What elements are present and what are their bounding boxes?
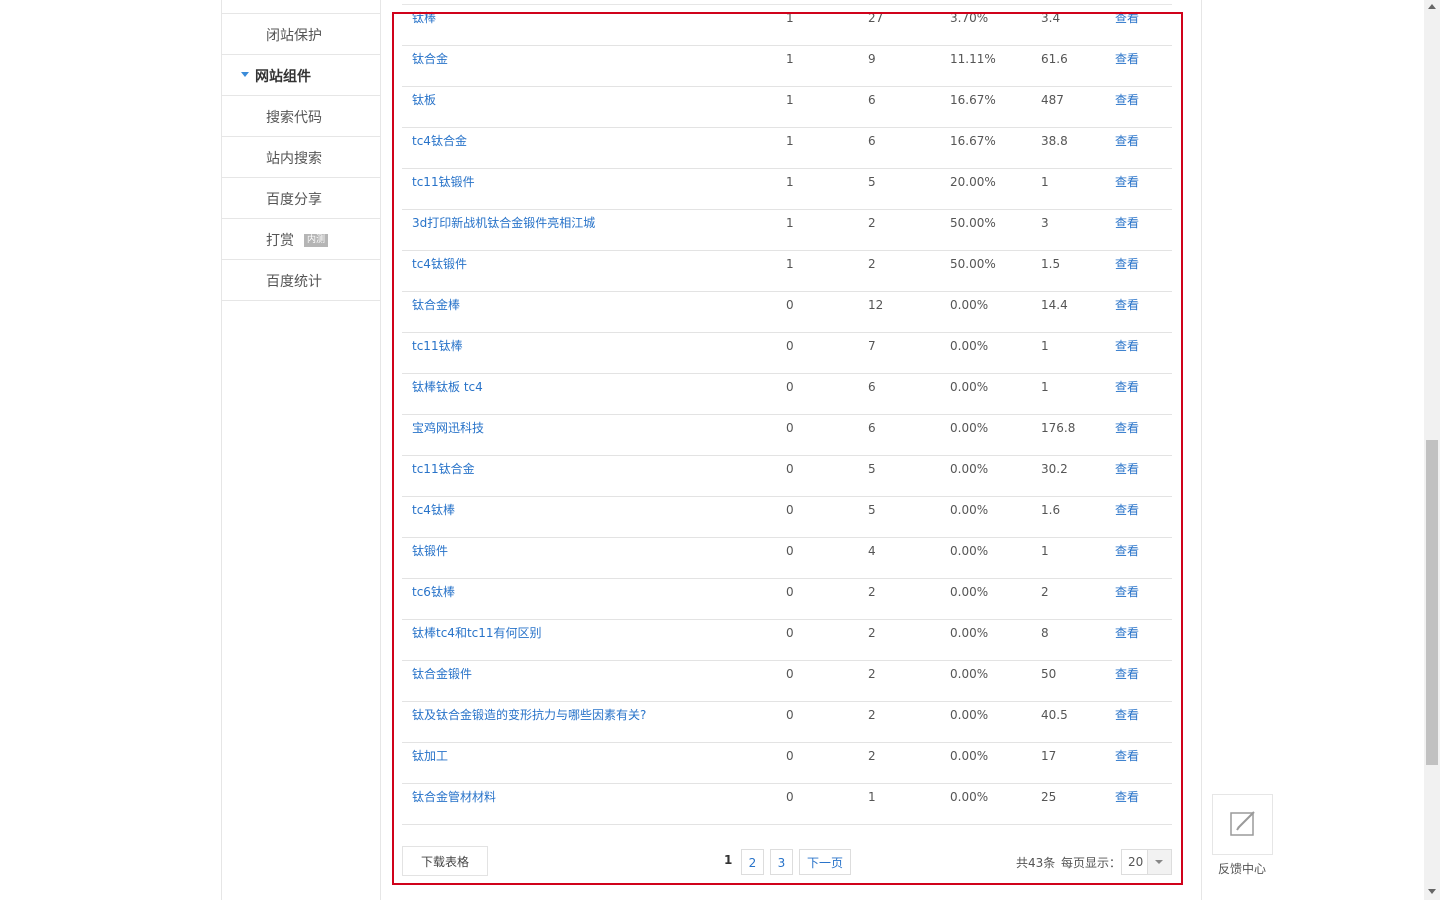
feedback-button[interactable] — [1212, 794, 1273, 855]
feedback-label: 反馈中心 — [1218, 862, 1267, 876]
page-link-3[interactable]: 3 — [770, 849, 793, 875]
sidebar-item-label: 百度分享 — [266, 192, 322, 208]
sidebar-group-label: 网站组件 — [255, 69, 311, 85]
sidebar-item-label: 搜索代码 — [266, 110, 322, 126]
sidebar-item-site-search[interactable]: 站内搜索 — [222, 137, 380, 178]
content-right-border — [1201, 0, 1202, 900]
sidebar-item-label-text: 打赏 — [266, 233, 294, 249]
beta-badge: 内测 — [304, 233, 329, 247]
sidebar-item-site-close-protect[interactable]: 闭站保护 — [222, 14, 380, 55]
dropdown-button[interactable] — [1147, 850, 1171, 874]
current-page: 1 — [724, 853, 733, 867]
sidebar-item-label: 百度统计 — [266, 274, 322, 290]
per-page-value: 20 — [1128, 855, 1144, 869]
vertical-scrollbar[interactable] — [1424, 0, 1440, 900]
scroll-down-icon[interactable] — [1428, 889, 1436, 894]
edit-icon — [1230, 811, 1255, 836]
sidebar-item-label: 站内搜索 — [266, 151, 322, 167]
sidebar-item-label: 闭站保护 — [266, 28, 322, 44]
caret-down-icon — [241, 72, 249, 77]
scroll-thumb[interactable] — [1426, 440, 1438, 765]
total-count: 共43条 — [1016, 856, 1056, 870]
next-page-button[interactable]: 下一页 — [799, 849, 851, 875]
download-table-button[interactable]: 下载表格 — [402, 846, 488, 876]
sidebar: 闭站保护 网站组件 搜索代码 站内搜索 百度分享 打赏 内测 百度统计 — [222, 0, 381, 900]
page-link-2[interactable]: 2 — [741, 849, 764, 875]
per-page-label: 每页显示： — [1061, 856, 1122, 870]
sidebar-item-search-code[interactable]: 搜索代码 — [222, 96, 380, 137]
sidebar-item-label: 打赏 内测 — [266, 230, 329, 250]
scroll-up-icon[interactable] — [1428, 4, 1436, 9]
chevron-down-icon — [1155, 860, 1163, 864]
highlight-frame — [392, 12, 1183, 885]
sidebar-item-baidu-stats[interactable]: 百度统计 — [222, 260, 380, 301]
sidebar-item-baidu-share[interactable]: 百度分享 — [222, 178, 380, 219]
sidebar-item-tip[interactable]: 打赏 内测 — [222, 219, 380, 260]
sidebar-group-site-components[interactable]: 网站组件 — [222, 55, 380, 96]
per-page-select[interactable]: 20 — [1121, 849, 1172, 875]
